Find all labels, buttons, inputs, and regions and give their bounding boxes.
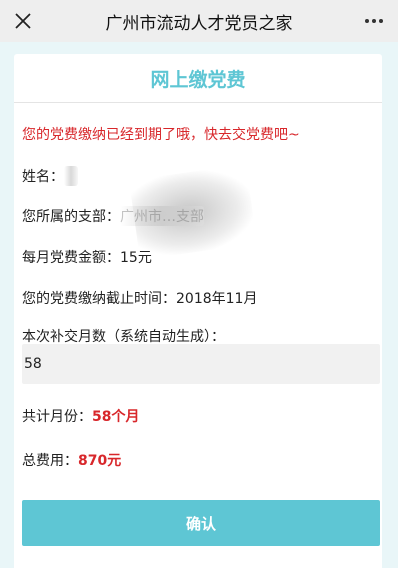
card-header: 网上缴党费 [14,54,382,103]
total-fee-label: 总费用： [22,453,78,469]
months-input-value: 58 [24,356,42,372]
deadline-value: 2018年11月 [176,291,258,307]
payment-card: 网上缴党费 您的党费缴纳已经到期了哦，快去交党费吧~ 姓名：许 您所属的支部：广… [14,54,382,568]
total-fee-row: 总费用：870元 [22,450,121,470]
due-warning: 您的党费缴纳已经到期了哦，快去交党费吧~ [22,127,300,143]
months-input[interactable]: 58 [22,344,380,384]
total-months-label: 共计月份： [22,409,92,425]
card-title: 网上缴党费 [150,68,246,91]
total-months-row: 共计月份：58个月 [22,406,139,426]
branch-value: 广州市…支部 [120,206,204,226]
close-icon[interactable] [10,8,36,34]
name-label: 姓名： [22,169,64,185]
deadline-row: 您的党费缴纳截止时间：2018年11月 [22,288,257,308]
more-icon[interactable] [364,14,384,28]
branch-label: 您所属的支部： [22,209,120,225]
page-title: 广州市流动人才党员之家 [105,13,293,34]
branch-row: 您所属的支部：广州市…支部 [22,206,204,226]
monthly-fee-label: 每月党费金额： [22,250,120,266]
monthly-fee-row: 每月党费金额：15元 [22,247,152,267]
name-value: 许 [64,166,78,186]
monthly-fee-value: 15元 [120,250,152,266]
deadline-label: 您的党费缴纳截止时间： [22,291,176,307]
total-fee-value: 870元 [78,453,122,469]
title-bar: 广州市流动人才党员之家 [0,0,398,42]
name-row: 姓名：许 [22,166,78,186]
months-label: 本次补交月数（系统自动生成）： [22,329,225,345]
confirm-button[interactable]: 确认 [22,500,380,546]
total-months-value: 58个月 [92,409,140,425]
